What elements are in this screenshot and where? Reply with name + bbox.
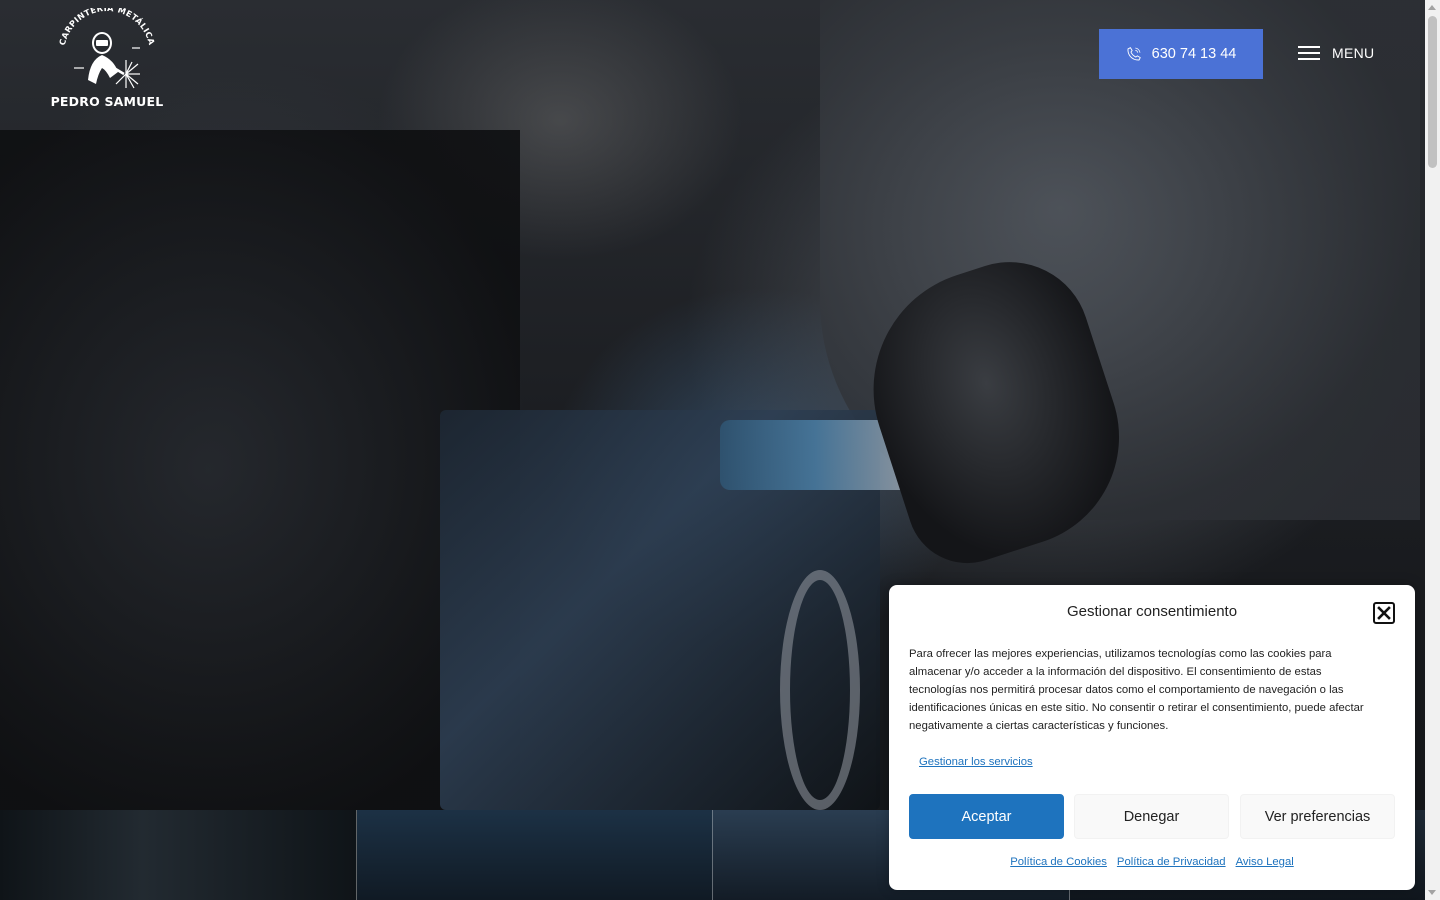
logo-name: PEDRO SAMUEL [50,94,164,109]
cookie-policy-link[interactable]: Política de Cookies [1010,856,1107,868]
privacy-policy-link[interactable]: Política de Privacidad [1117,856,1226,868]
gallery-panel[interactable] [0,810,357,900]
cookie-consent-dialog: Gestionar consentimiento Para ofrecer la… [889,585,1415,890]
view-preferences-button[interactable]: Ver preferencias [1240,794,1395,839]
accept-button[interactable]: Aceptar [909,794,1064,839]
consent-title: Gestionar consentimiento [1066,603,1238,620]
hamburger-icon [1298,45,1322,61]
close-icon [1377,606,1391,620]
gallery-panel[interactable] [356,810,713,900]
consent-legal-links: Política de Cookies Política de Privacid… [889,856,1415,868]
consent-message: Para ofrecer las mejores experiencias, u… [909,648,1364,732]
scrollbar-thumb[interactable] [1428,16,1437,168]
manage-services-link[interactable]: Gestionar los servicios [919,756,1033,768]
menu-label: MENU [1332,45,1375,61]
scroll-down-arrow-icon[interactable] [1428,890,1436,895]
welder-icon: CARPINTERÍA METÁLICA [57,8,157,89]
deny-button[interactable]: Denegar [1074,794,1229,839]
phone-button[interactable]: 630 74 13 44 [1099,29,1263,79]
consent-close-button[interactable] [1373,602,1395,624]
page-scrollbar[interactable] [1425,0,1440,900]
site-logo[interactable]: CARPINTERÍA METÁLICA PEDRO SAMUEL [44,8,170,112]
legal-notice-link[interactable]: Aviso Legal [1236,856,1294,868]
phone-icon [1127,47,1141,61]
menu-button[interactable]: MENU [1298,40,1374,66]
scroll-up-arrow-icon[interactable] [1428,5,1436,10]
phone-number: 630 74 13 44 [1151,46,1237,62]
hero-machine-wheel [780,570,860,810]
